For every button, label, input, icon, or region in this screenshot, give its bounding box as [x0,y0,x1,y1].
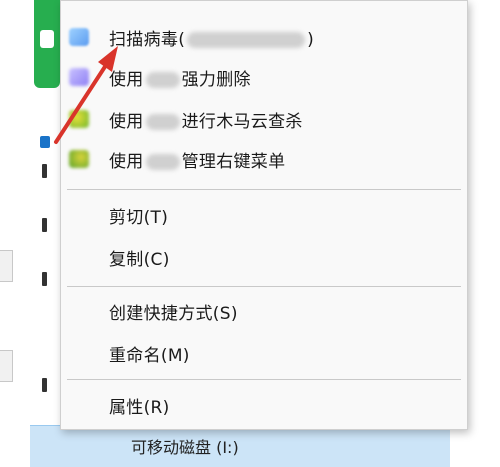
annotation-arrow-icon [54,46,118,144]
